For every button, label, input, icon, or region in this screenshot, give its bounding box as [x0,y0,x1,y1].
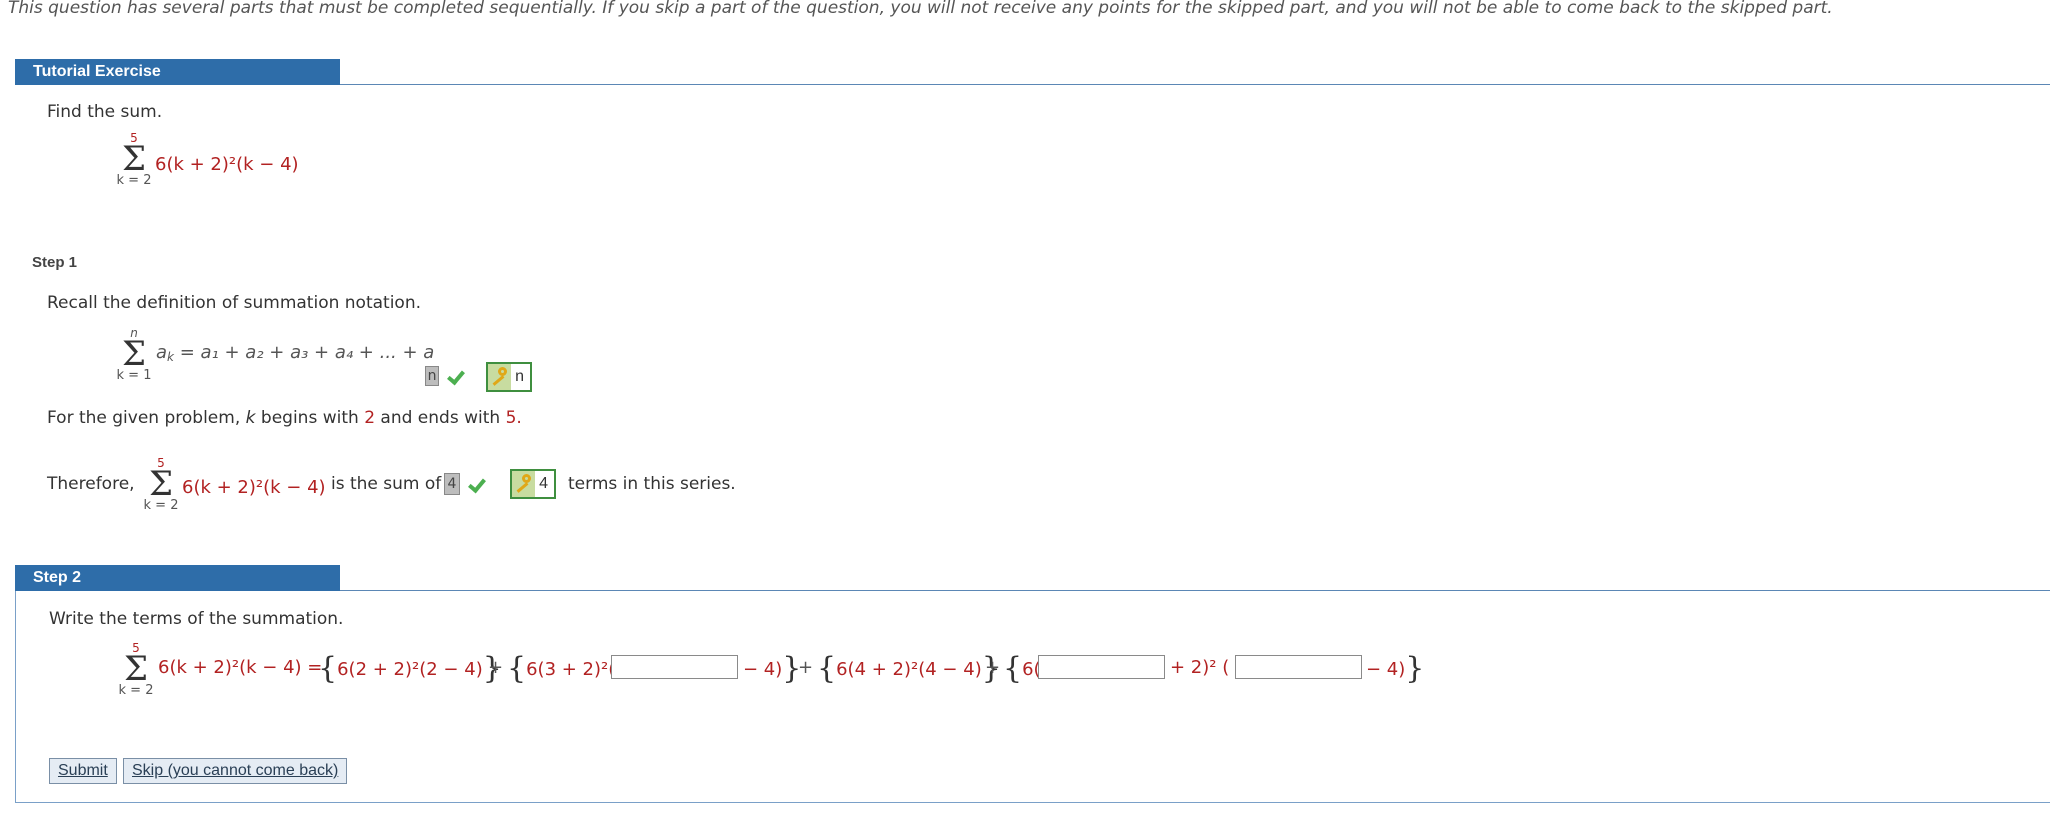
left-brace: { [507,651,527,686]
correct-check-icon [447,366,465,386]
def-lhs-sub: k [167,350,174,364]
correct-check-icon [468,474,486,494]
answer-key-count[interactable]: 4 [510,469,556,499]
term-4-k-input-1[interactable] [1038,655,1165,679]
key-icon [488,364,512,390]
answer-key-value: 4 [539,475,548,492]
sum-lower-limit: k = 2 [143,498,179,513]
term-2-k-input[interactable] [611,655,738,679]
right-brace: } [1405,651,1425,686]
sigma-icon: Σ [123,649,149,689]
term-4-post: − 4)} [1366,651,1424,686]
plus-sign: + [798,657,814,678]
recall-text: Recall the definition of summation notat… [47,293,421,313]
definition-expression: ak = a₁ + a₂ + a₃ + a₄ + ... + a [156,342,434,364]
therefore-text: Therefore, [47,474,135,494]
term-3: {6(4 + 2)²(4 − 4)} [817,651,1001,686]
entered-answer-n: n [425,366,439,386]
term-2-pre-text: 6(3 + 2)²( [526,659,616,680]
therefore-summation: 5 Σ k = 2 [139,457,183,513]
sum-lower-limit: k = 2 [116,173,152,188]
answer-key-value: n [515,368,524,385]
problem-summation: 5 Σ k = 2 [112,132,156,188]
step2-header: Step 2 [15,565,340,591]
answer-key-n[interactable]: n [486,362,532,392]
given-mid2: and ends with [380,408,501,428]
left-brace: { [318,651,338,686]
step2-lhs: 6(k + 2)²(k − 4) = [158,657,323,678]
skip-button[interactable]: Skip (you cannot come back) [123,758,348,784]
given-end-value: 5. [505,408,522,428]
term-2-pre: {6(3 + 2)²( [507,651,615,686]
submit-button[interactable]: Submit [49,758,117,784]
term-4-post-text: − 4) [1366,659,1406,680]
given-problem-text: For the given problem, k begins with 2 a… [47,408,522,428]
term-4-k-input-2[interactable] [1235,655,1362,679]
plus-sign: + [985,657,1001,678]
step2-summation: 5 Σ k = 2 [114,642,158,698]
header-rule [340,84,2050,85]
sum-lower-limit: k = 2 [118,683,154,698]
problem-term: 6(k + 2)²(k − 4) [155,154,299,175]
sigma-icon: Σ [121,139,147,179]
def-rhs: = a₁ + a₂ + a₃ + a₄ + ... + a [179,342,435,363]
tutorial-exercise-header: Tutorial Exercise [15,59,340,85]
sequential-notice: This question has several parts that mus… [8,0,1833,18]
plus-sign: + [488,657,504,678]
sigma-icon: Σ [148,464,174,504]
given-k: k [245,408,256,428]
terms-suffix-text: terms in this series. [568,474,736,494]
term-1-text: 6(2 + 2)²(2 − 4) [337,659,483,680]
left-brace: { [1003,651,1023,686]
def-lhs: a [156,342,168,363]
term-2-post-text: − 4) [743,659,783,680]
term-2-post: − 4)} [743,651,801,686]
entered-answer-count: 4 [444,473,460,495]
find-sum-prompt: Find the sum. [47,102,163,122]
therefore-term: 6(k + 2)²(k − 4) [182,477,326,498]
step1-label: Step 1 [32,254,78,271]
given-start-value: 2 [364,408,376,428]
sigma-icon: Σ [121,334,147,374]
given-mid1: begins with [260,408,359,428]
definition-summation: n Σ k = 1 [112,327,156,383]
term-1: {6(2 + 2)²(2 − 4)} [318,651,502,686]
key-icon [512,471,536,497]
is-sum-of-text: is the sum of [331,474,442,494]
term-4-pre: {6( [1003,651,1041,686]
def-lower-limit: k = 1 [116,368,152,383]
left-brace: { [817,651,837,686]
given-prefix: For the given problem, [47,408,241,428]
term-4-mid: + 2)² ( [1170,657,1230,678]
step2-instruction: Write the terms of the summation. [49,609,344,629]
term-3-text: 6(4 + 2)²(4 − 4) [836,659,982,680]
